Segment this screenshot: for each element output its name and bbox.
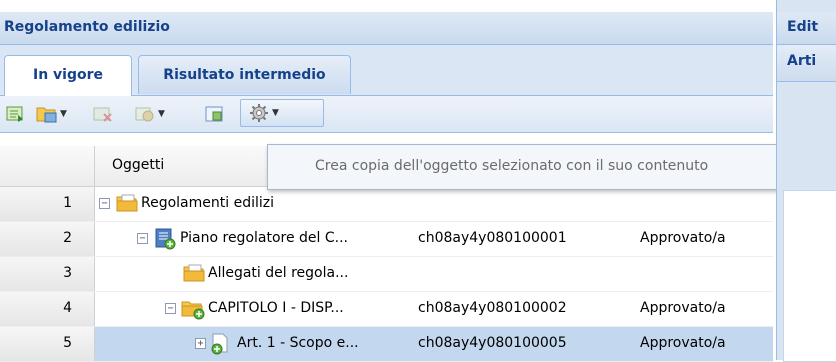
row-number-text: 1 xyxy=(63,195,72,211)
row-number-text: 4 xyxy=(63,300,72,316)
object-name: Piano regolatore del C... xyxy=(180,230,349,246)
panel-title: Regolamento edilizio xyxy=(4,19,170,35)
row-number-text: 5 xyxy=(63,335,72,351)
export-icon xyxy=(204,105,226,123)
object-name: Regolamenti edilizi xyxy=(141,195,274,211)
collapse-toggle[interactable]: − xyxy=(137,233,148,244)
table-row[interactable]: 4 − CAPITOLO I - DISP... ch08ay4y0801000… xyxy=(0,292,773,327)
tab-in-vigore[interactable]: In vigore xyxy=(4,55,132,96)
delete-object-icon xyxy=(92,105,114,123)
table-row[interactable]: 1 − Regolamenti edilizi xyxy=(0,187,773,222)
gear-icon xyxy=(248,103,270,123)
refresh-tree-icon xyxy=(6,105,26,123)
gear-menu-button[interactable]: ▼ xyxy=(240,99,324,127)
article-panel-title: Arti xyxy=(787,53,817,69)
table-row[interactable]: 3 Allegati del regola... xyxy=(0,257,773,292)
object-settings-button[interactable]: ▼ xyxy=(134,102,165,126)
editor-panel-body xyxy=(783,190,836,362)
table-row[interactable]: 2 − Piano regolatore del C... ch08ay4y08… xyxy=(0,222,773,257)
row-number: 1 xyxy=(0,187,95,221)
chevron-down-icon: ▼ xyxy=(60,109,67,119)
delete-object-button[interactable] xyxy=(92,102,114,126)
folder-icon xyxy=(116,193,138,217)
row-number-text: 2 xyxy=(63,230,72,246)
object-status: Approvato/a xyxy=(640,300,726,316)
object-status: Approvato/a xyxy=(640,335,726,351)
row-number: 2 xyxy=(0,222,95,256)
column-header-oggetti[interactable]: Oggetti xyxy=(112,157,164,173)
chevron-down-icon: ▼ xyxy=(158,109,165,119)
editor-panel: Edit Arti xyxy=(776,0,836,362)
export-button[interactable] xyxy=(204,102,226,126)
table-row-selected[interactable]: 5 + Art. 1 - Scopo e... ch08ay4y08010000… xyxy=(0,327,773,362)
folder-tree-icon xyxy=(36,105,58,123)
object-settings-icon xyxy=(134,105,156,123)
row-number-text: 3 xyxy=(63,265,72,281)
object-code: ch08ay4y080100002 xyxy=(418,300,567,316)
row-number: 3 xyxy=(0,257,95,291)
tooltip-text: Crea copia dell'oggetto selezionato con … xyxy=(315,158,709,174)
folder-add-icon xyxy=(181,298,205,324)
action-tooltip: Crea copia dell'oggetto selezionato con … xyxy=(267,144,825,190)
folder-tree-button[interactable]: ▼ xyxy=(36,102,67,126)
folder-icon xyxy=(183,263,205,287)
object-name: Art. 1 - Scopo e... xyxy=(237,335,359,351)
refresh-tree-button[interactable] xyxy=(6,102,26,126)
collapse-toggle[interactable]: − xyxy=(99,198,110,209)
object-status: Approvato/a xyxy=(640,230,726,246)
document-plan-icon xyxy=(155,228,177,254)
object-name: Allegati del regola... xyxy=(208,265,349,281)
row-number-header xyxy=(0,146,95,186)
tab-risultato-intermedio-label: Risultato intermedio xyxy=(163,67,326,83)
panel-header: Regolamento edilizio xyxy=(0,12,773,45)
toolbar: ▼ ▼ ▼ xyxy=(0,96,773,133)
row-number: 5 xyxy=(0,327,95,361)
tab-risultato-intermedio[interactable]: Risultato intermedio xyxy=(138,55,351,94)
article-panel-header: Arti xyxy=(777,45,836,82)
object-name: CAPITOLO I - DISP... xyxy=(208,300,344,316)
object-code: ch08ay4y080100005 xyxy=(418,335,567,351)
tab-strip: In vigore Risultato intermedio xyxy=(0,45,773,96)
document-add-icon xyxy=(210,333,232,359)
editor-panel-header: Edit xyxy=(777,12,836,45)
chevron-down-icon: ▼ xyxy=(272,108,279,118)
expand-toggle[interactable]: + xyxy=(195,338,206,349)
tab-in-vigore-label: In vigore xyxy=(32,67,103,83)
collapse-toggle[interactable]: − xyxy=(165,303,176,314)
row-number: 4 xyxy=(0,292,95,326)
object-code: ch08ay4y080100001 xyxy=(418,230,567,246)
editor-panel-title: Edit xyxy=(787,19,819,35)
